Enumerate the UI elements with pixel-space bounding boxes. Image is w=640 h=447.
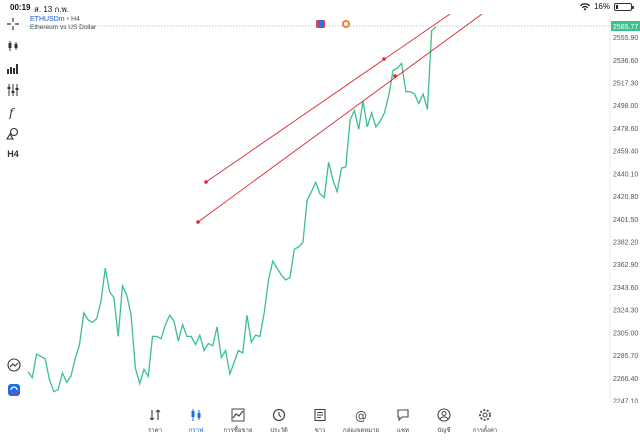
nav-chart[interactable]: กราฟ [176, 408, 216, 440]
status-time: 00:19 [10, 3, 31, 12]
nav-settings[interactable]: การตั้งค่า [465, 408, 505, 440]
quotes-icon [149, 409, 161, 421]
price-tick-label: 2362.90 [613, 262, 638, 269]
chart-markers [316, 20, 350, 28]
function-icon[interactable]: f [5, 104, 21, 120]
chat-icon [397, 409, 409, 422]
indicators-icon[interactable] [5, 82, 21, 98]
svg-text:@: @ [355, 409, 367, 422]
svg-text:f: f [8, 106, 16, 119]
timeframe-button[interactable]: H4 [5, 146, 21, 162]
trend-anchor-point[interactable] [196, 220, 200, 224]
buy-marker [318, 20, 324, 28]
chart-icon [191, 409, 201, 421]
account-icon [437, 408, 451, 422]
price-tick-label: 2305.00 [613, 330, 638, 337]
mailbox-icon: @ [355, 409, 367, 422]
nav-chart-label: กราฟ [188, 428, 204, 434]
nav-trade-label: การซื้อขาย [223, 428, 253, 434]
candles-icon[interactable] [5, 38, 21, 54]
chart-area[interactable]: 2555.90 2536.60 2517.30 2498.00 2478.60 2459.… [26, 14, 640, 421]
symbol-description: Ethereum vs US Dollar [30, 24, 97, 31]
price-tick-label: 2382.20 [613, 240, 638, 247]
app-root: 00:19 ส. 13 ก.พ. 16% f H4 2555.90 2536.6… [0, 0, 640, 447]
settings-icon [479, 409, 491, 421]
trend-anchor-point[interactable] [382, 57, 386, 61]
nav-mailbox-label: กล่องจดหมาย [342, 428, 380, 434]
price-tick-label: 2420.80 [613, 194, 638, 201]
symbol-timeframe: H4 [70, 16, 80, 23]
price-tick-label: 2401.50 [613, 217, 638, 224]
price-tick-label: 2536.60 [613, 58, 638, 65]
nav-chat[interactable]: แชท [383, 408, 423, 440]
nav-quotes-label: ราคา [148, 428, 162, 434]
status-right: 16% [579, 2, 634, 11]
lower-trend-line[interactable] [197, 14, 483, 223]
nav-account-label: บัญชี [437, 428, 451, 434]
price-line [27, 26, 437, 393]
price-chart[interactable]: 2555.90 2536.60 2517.30 2498.00 2478.60 2459.… [26, 14, 640, 421]
nav-history[interactable]: ประวัติ [259, 408, 299, 440]
left-toolbar: f H4 [0, 14, 26, 409]
nav-chat-label: แชท [397, 428, 409, 434]
price-tick-label: 2266.40 [613, 376, 638, 383]
symbol-name: ETHUSDm [30, 16, 65, 23]
news-icon [314, 408, 326, 422]
price-tick-label: 2343.60 [613, 285, 638, 292]
trend-anchor-point[interactable] [393, 74, 397, 78]
nav-news[interactable]: ข่าว [300, 408, 340, 440]
symbol-separator: • [66, 16, 70, 23]
price-tick-label: 2498.00 [613, 103, 638, 110]
price-tick-label: 2285.70 [613, 353, 638, 360]
objects-icon[interactable] [5, 125, 21, 141]
price-tick-label: 2478.60 [613, 126, 638, 133]
crosshair-icon[interactable] [5, 16, 21, 32]
history-icon [272, 408, 286, 422]
nav-history-label: ประวัติ [270, 428, 288, 434]
upper-trend-line[interactable] [205, 14, 451, 183]
trade-icon [231, 408, 245, 422]
price-tick-label: 2555.90 [613, 35, 638, 42]
nav-account[interactable]: บัญชี [424, 408, 464, 440]
nav-settings-label: การตั้งค่า [472, 428, 498, 434]
status-bar: 00:19 ส. 13 ก.พ. 16% [0, 0, 640, 14]
nav-trade[interactable]: การซื้อขาย [218, 408, 258, 440]
price-tick-label: 2517.30 [613, 81, 638, 88]
battery-icon [614, 2, 634, 11]
broker-logo-icon[interactable] [7, 383, 21, 397]
trend-anchor-point[interactable] [204, 180, 208, 184]
chart-symbol[interactable]: ETHUSDm • H4 [30, 16, 80, 23]
battery-percent: 16% [593, 2, 610, 11]
nav-news-label: ข่าว [314, 428, 326, 434]
nav-mailbox[interactable]: @ กล่องจดหมาย [341, 408, 381, 440]
bottom-navigation: ราคา กราฟ การซื้อขาย ประวัติ ข่าว @ กล่อ… [0, 403, 640, 447]
price-tick-label: 2459.40 [613, 149, 638, 156]
quick-trade-icon[interactable] [7, 358, 21, 372]
wifi-icon [579, 2, 590, 10]
current-price-label: 2565.77 [613, 24, 638, 31]
price-tick-label: 2324.30 [613, 308, 638, 315]
bar-chart-icon[interactable] [5, 60, 21, 76]
nav-quotes[interactable]: ราคา [135, 408, 175, 440]
price-tick-label: 2440.10 [613, 171, 638, 178]
